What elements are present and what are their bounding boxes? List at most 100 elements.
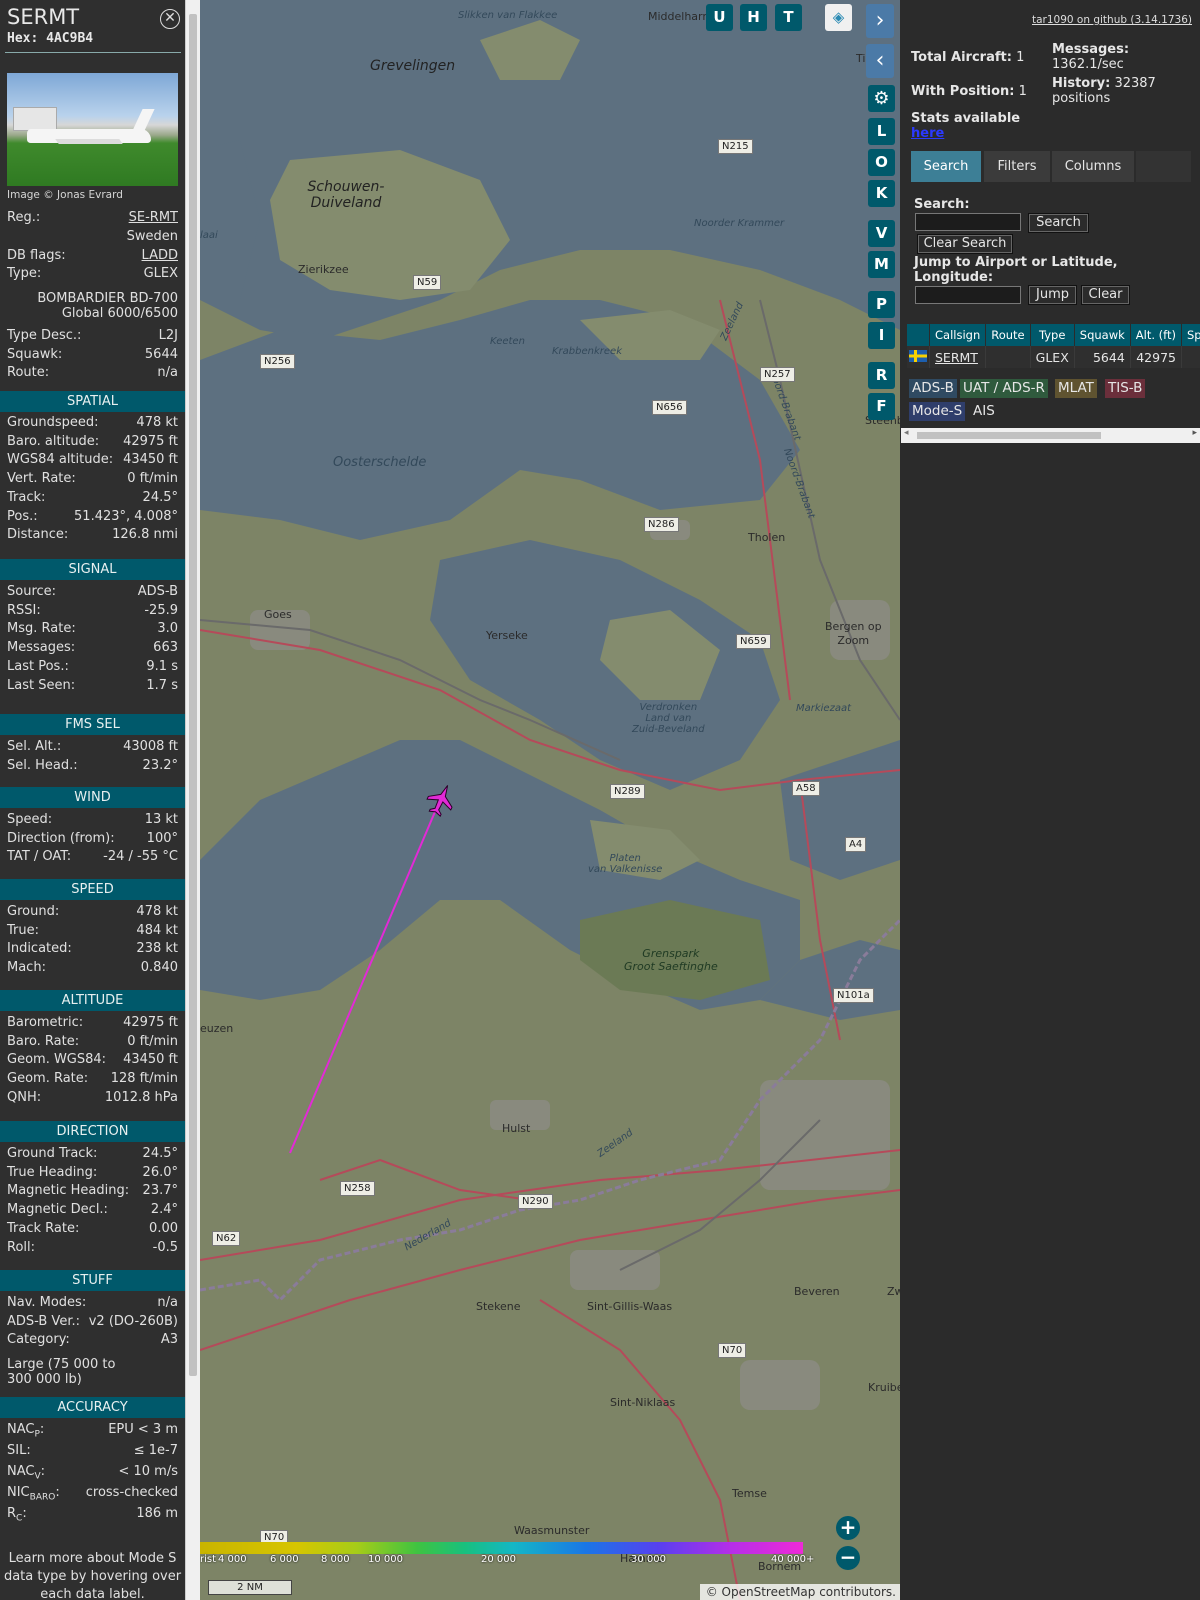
field-label[interactable]: True Heading: — [7, 1165, 97, 1180]
field-label[interactable]: NACV: — [7, 1464, 45, 1482]
field-label[interactable]: NICBARO: — [7, 1485, 60, 1503]
search-button[interactable]: Search — [1028, 213, 1089, 233]
github-link[interactable]: tar1090 on github (3.14.1736) — [1032, 14, 1192, 26]
field-label[interactable]: Track: — [7, 490, 45, 505]
column-route[interactable]: Route — [985, 324, 1031, 346]
field-label[interactable]: Vert. Rate: — [7, 471, 76, 486]
stats-link[interactable]: here — [911, 126, 944, 141]
stats-available: Stats available here — [911, 111, 1021, 141]
clear-jump-button[interactable]: Clear — [1081, 285, 1130, 305]
field-label[interactable]: Messages: — [7, 640, 75, 655]
close-info-button[interactable]: ✕ — [160, 9, 180, 29]
field-label[interactable]: Indicated: — [7, 941, 72, 956]
field-label[interactable]: Groundspeed: — [7, 415, 98, 430]
map-attribution[interactable]: © OpenStreetMap contributors. — [700, 1584, 900, 1600]
toggle-t-button[interactable]: T — [775, 4, 802, 31]
toggle-o-button[interactable]: O — [868, 149, 895, 176]
field-label[interactable]: Speed: — [7, 812, 52, 827]
field-label[interactable]: True: — [7, 923, 39, 938]
field-label[interactable]: Roll: — [7, 1240, 35, 1255]
field-label[interactable]: Last Pos.: — [7, 659, 69, 674]
settings-button[interactable]: ⚙ — [868, 85, 895, 112]
tab-filters[interactable]: Filters — [984, 151, 1050, 182]
toggle-f-button[interactable]: F — [868, 393, 895, 420]
column-flag[interactable] — [907, 324, 930, 346]
field-label[interactable]: SIL: — [7, 1443, 31, 1458]
toggle-l-button[interactable]: L — [868, 118, 895, 145]
field-label[interactable]: Ground: — [7, 904, 59, 919]
scroll-right-icon[interactable]: ▸ — [1192, 428, 1197, 438]
row-callsign[interactable]: SERMT — [929, 346, 987, 368]
field-label[interactable]: Geom. WGS84: — [7, 1052, 106, 1067]
field-label[interactable]: QNH: — [7, 1090, 41, 1105]
aircraft-photo[interactable] — [7, 73, 178, 186]
tab-search[interactable]: Search — [911, 151, 981, 182]
field-label[interactable]: Direction (from): — [7, 831, 115, 846]
clear-search-button[interactable]: Clear Search — [917, 234, 1013, 254]
stuff-row: ADS-B Ver.: v2 (DO-260B) — [7, 1314, 178, 1333]
field-label[interactable]: Nav. Modes: — [7, 1295, 86, 1310]
field-label[interactable]: Category: — [7, 1332, 70, 1347]
field-label[interactable]: RSSI: — [7, 603, 41, 618]
field-label[interactable]: Ground Track: — [7, 1146, 97, 1161]
field-label[interactable]: NACP: — [7, 1422, 44, 1440]
field-label[interactable]: Distance: — [7, 527, 68, 542]
data-help-footnote: Learn more about Mode S data type by hov… — [3, 1551, 182, 1600]
toggle-m-button[interactable]: M — [868, 251, 895, 278]
toggle-i-button[interactable]: I — [868, 322, 895, 349]
field-label[interactable]: Source: — [7, 584, 56, 599]
map-view[interactable]: Middelharnis Slikken van Flakkee Greveli… — [200, 0, 900, 1600]
field-value: 663 — [153, 640, 178, 656]
field-label[interactable]: Barometric: — [7, 1015, 83, 1030]
zoom-out-button[interactable]: − — [836, 1546, 860, 1570]
field-value: 100° — [146, 830, 178, 846]
search-input[interactable] — [915, 213, 1021, 231]
column-type[interactable]: Type — [1030, 324, 1075, 346]
dbflags-link[interactable]: LADD — [142, 248, 178, 263]
table-row[interactable]: SERMT GLEX 5644 42975 — [907, 346, 1200, 368]
field-label[interactable]: Msg. Rate: — [7, 621, 76, 636]
toggle-h-button[interactable]: H — [740, 4, 767, 31]
reg-link[interactable]: SE-RMT — [129, 210, 178, 225]
toggle-k-button[interactable]: K — [868, 180, 895, 207]
field-label[interactable]: TAT / OAT: — [7, 849, 71, 864]
field-label[interactable]: Baro. Rate: — [7, 1034, 79, 1049]
field-label[interactable]: Geom. Rate: — [7, 1071, 88, 1086]
next-aircraft-button[interactable]: › — [866, 4, 894, 38]
field-label[interactable]: ADS-B Ver.: — [7, 1314, 80, 1329]
toggle-u-button[interactable]: U — [706, 4, 733, 31]
column-callsign[interactable]: Callsign — [929, 324, 987, 346]
table-horizontal-scrollbar[interactable]: ◂ ▸ — [901, 428, 1200, 443]
jump-button[interactable]: Jump — [1028, 285, 1077, 305]
layers-button[interactable]: ◈ — [825, 4, 852, 31]
field-label[interactable]: WGS84 altitude: — [7, 452, 113, 467]
toggle-p-button[interactable]: P — [868, 291, 895, 318]
field-label[interactable]: Magnetic Heading: — [7, 1183, 129, 1198]
toggle-v-button[interactable]: V — [868, 220, 895, 247]
field-label[interactable]: RC: — [7, 1506, 27, 1524]
road-shield: N286 — [644, 517, 679, 532]
field-label[interactable]: Magnetic Decl.: — [7, 1202, 108, 1217]
road-shield: N215 — [718, 139, 753, 154]
tab-columns[interactable]: Columns — [1052, 151, 1134, 182]
column-altitude[interactable]: Alt. (ft) — [1130, 324, 1183, 346]
field-value: 24.5° — [142, 489, 178, 505]
jump-input[interactable] — [915, 286, 1021, 304]
with-position: With Position: 1 — [911, 84, 1027, 99]
scroll-left-icon[interactable]: ◂ — [904, 428, 909, 438]
fms-row: Sel. Head.: 23.2° — [7, 758, 178, 777]
field-label[interactable]: Track Rate: — [7, 1221, 79, 1236]
field-label[interactable]: Last Seen: — [7, 678, 75, 693]
wind-row: Direction (from): 100° — [7, 831, 178, 850]
zoom-in-button[interactable]: + — [836, 1516, 860, 1540]
field-label[interactable]: Mach: — [7, 960, 46, 975]
column-speed[interactable]: Spd. — [1181, 324, 1200, 346]
column-squawk[interactable]: Squawk — [1074, 324, 1131, 346]
sidebar-scrollbar[interactable] — [185, 0, 200, 1600]
field-label[interactable]: Pos.: — [7, 509, 38, 524]
toggle-r-button[interactable]: R — [868, 362, 895, 389]
field-label[interactable]: Sel. Alt.: — [7, 739, 61, 754]
field-label[interactable]: Baro. altitude: — [7, 434, 99, 449]
field-label[interactable]: Sel. Head.: — [7, 758, 78, 773]
previous-aircraft-button[interactable]: ‹ — [866, 44, 894, 78]
